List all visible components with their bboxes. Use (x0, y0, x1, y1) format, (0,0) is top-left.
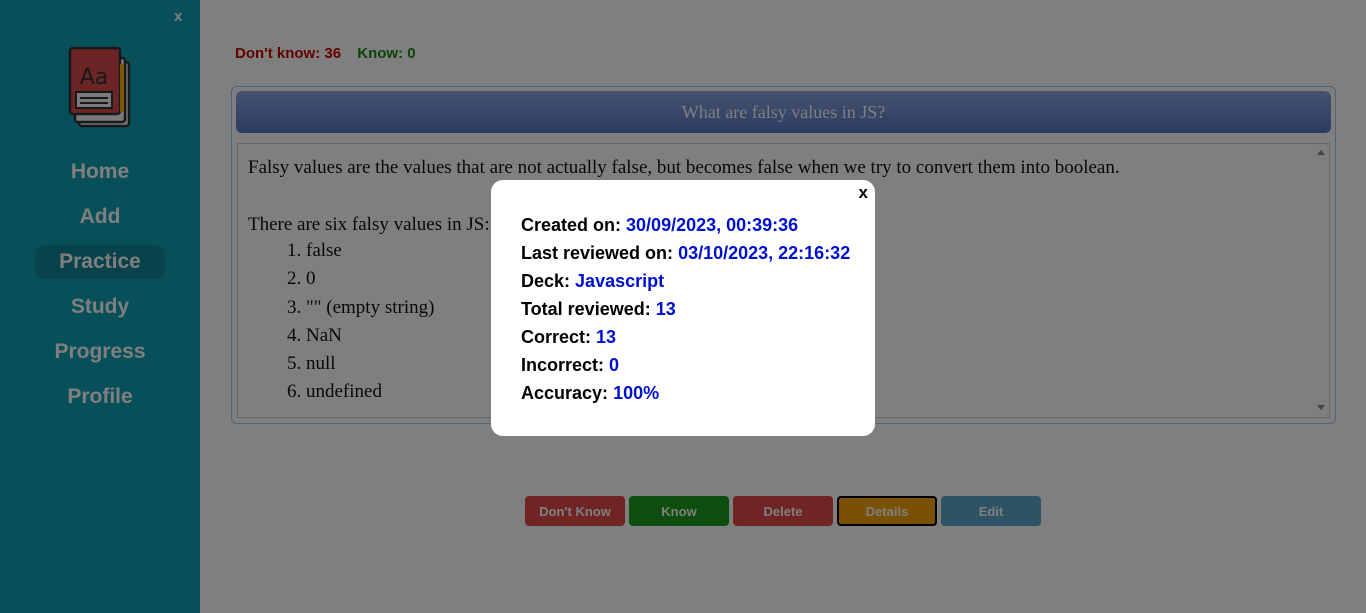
accuracy-row: Accuracy: 100% (521, 379, 850, 407)
accuracy-value: 100% (613, 383, 660, 403)
reviewed-label: Last reviewed on: (521, 243, 674, 263)
correct-label: Correct: (521, 327, 592, 347)
reviewed-row: Last reviewed on: 03/10/2023, 22:16:32 (521, 239, 850, 267)
reviewed-value: 03/10/2023, 22:16:32 (678, 243, 851, 263)
correct-row: Correct: 13 (521, 323, 850, 351)
deck-label: Deck: (521, 271, 571, 291)
incorrect-row: Incorrect: 0 (521, 351, 850, 379)
total-value: 13 (655, 299, 676, 319)
created-value: 30/09/2023, 00:39:36 (626, 215, 799, 235)
details-modal: x Created on: 30/09/2023, 00:39:36 Last … (491, 180, 875, 436)
total-row: Total reviewed: 13 (521, 295, 850, 323)
correct-value: 13 (596, 327, 617, 347)
created-label: Created on: (521, 215, 622, 235)
total-label: Total reviewed: (521, 299, 651, 319)
deck-value: Javascript (575, 271, 665, 291)
deck-row: Deck: Javascript (521, 267, 850, 295)
created-row: Created on: 30/09/2023, 00:39:36 (521, 211, 850, 239)
incorrect-value: 0 (609, 355, 620, 375)
incorrect-label: Incorrect: (521, 355, 605, 375)
accuracy-label: Accuracy: (521, 383, 609, 403)
modal-close-button[interactable]: x (859, 183, 868, 203)
